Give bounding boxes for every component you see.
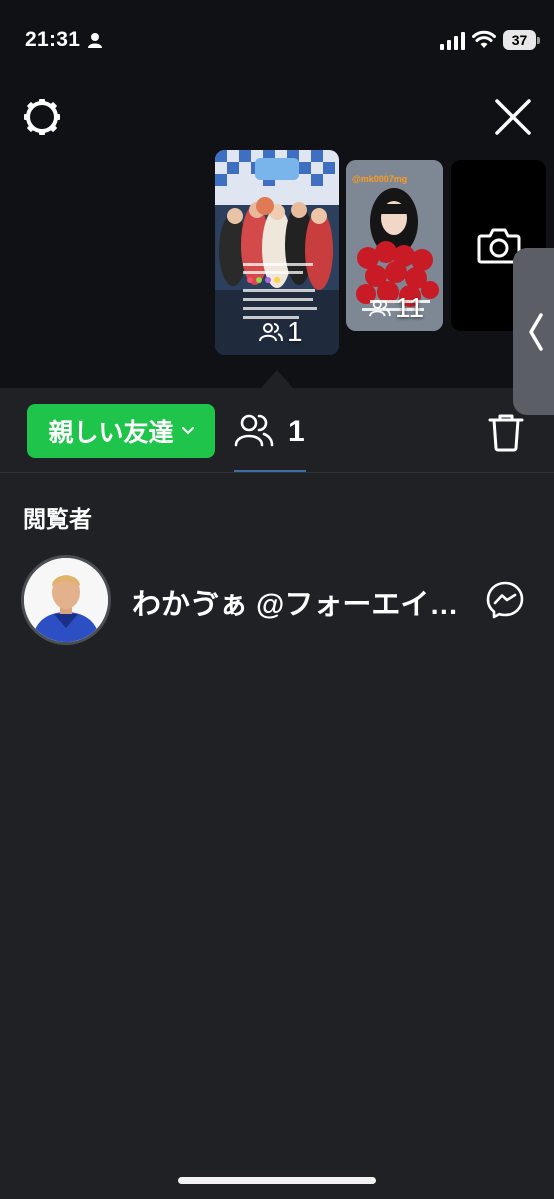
close-friends-button[interactable]: 親しい友達 — [27, 404, 215, 458]
selected-pointer — [261, 370, 293, 388]
tab-viewers[interactable]: 1 — [234, 410, 306, 472]
viewers-icon — [234, 414, 274, 447]
delete-button[interactable] — [485, 410, 527, 454]
thumbnail-viewer-count: 11 — [369, 292, 424, 324]
battery-indicator: 37 — [503, 30, 540, 50]
avatar[interactable] — [21, 555, 111, 645]
divider — [0, 472, 554, 473]
thumbnail-overlay-text: @mk0007mg — [352, 174, 407, 184]
cellular-signal-icon — [440, 32, 465, 50]
chevron-down-icon — [181, 427, 194, 435]
list-item[interactable]: わかゔぁ @フォーエイト48 — [0, 553, 554, 647]
drawer-handle[interactable] — [513, 248, 554, 415]
section-title: 閲覧者 — [23, 506, 92, 532]
viewer-name[interactable]: わかゔぁ @フォーエイト48 — [132, 581, 472, 623]
status-time: 21:31 — [25, 28, 81, 51]
viewer-count: 1 — [288, 415, 305, 448]
person-icon — [88, 33, 102, 48]
settings-button[interactable] — [20, 95, 64, 139]
story-thumbnail[interactable]: @mk0007mg 11 — [346, 160, 443, 331]
avatar-image — [24, 558, 108, 642]
viewers-icon — [259, 323, 283, 342]
gear-icon — [24, 99, 60, 135]
close-button[interactable] — [490, 94, 536, 140]
messenger-button[interactable] — [484, 579, 526, 621]
trash-icon — [488, 414, 524, 452]
story-thumbnail-selected[interactable]: 1 — [215, 150, 339, 355]
thumbnail-viewer-count: 1 — [259, 316, 303, 348]
chevron-left-icon — [528, 312, 543, 351]
home-indicator[interactable] — [178, 1177, 376, 1184]
wifi-icon — [472, 30, 496, 48]
close-friends-label: 親しい友達 — [48, 419, 174, 447]
viewers-icon — [369, 299, 391, 317]
messenger-icon — [486, 581, 524, 619]
close-icon — [495, 99, 531, 135]
